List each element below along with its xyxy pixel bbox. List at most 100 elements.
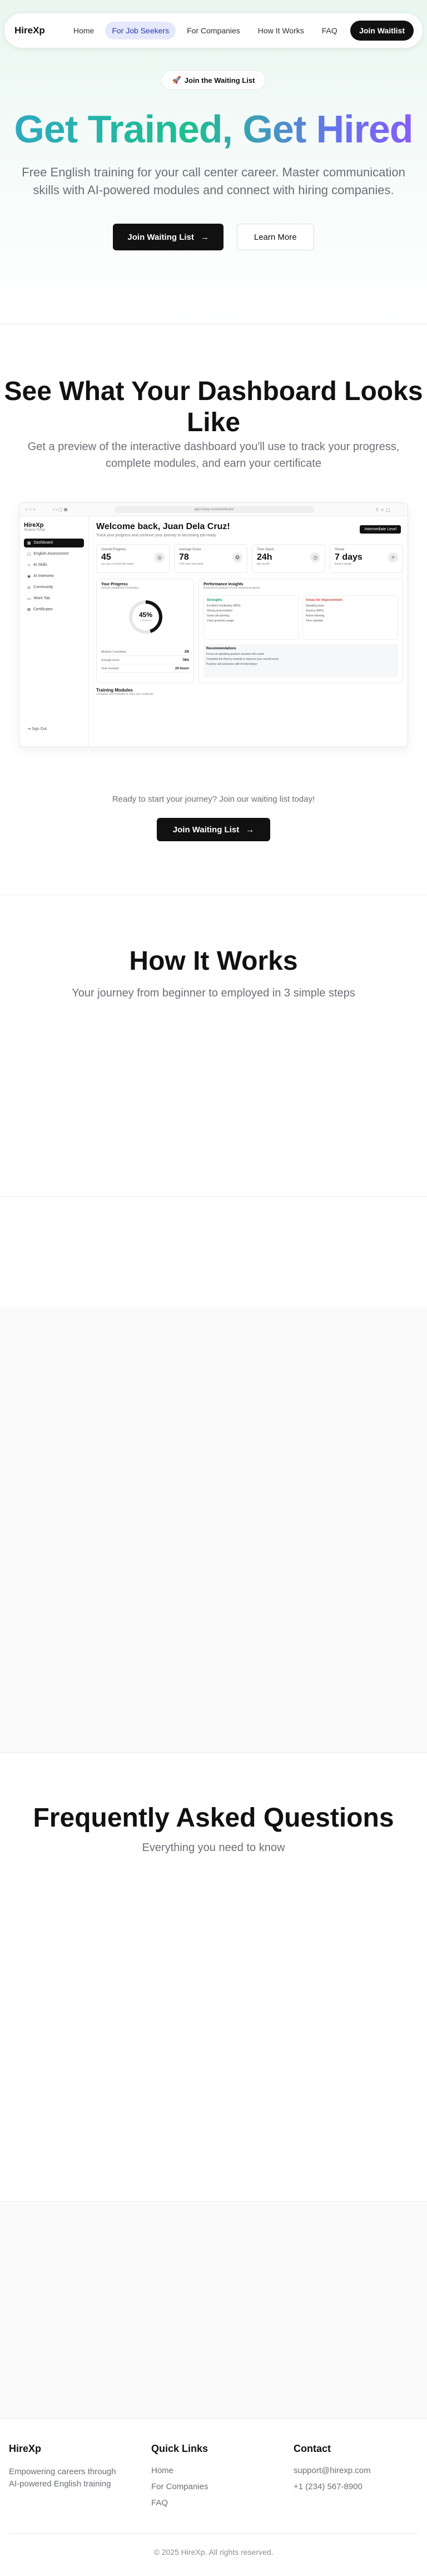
cta-text: Ready to start your journey? Join our wa… [112,794,315,804]
footer-link-home[interactable]: Home [151,2466,208,2475]
row-label: Time Invested [101,667,119,670]
faq-subtitle: Everything you need to know [142,1842,285,1854]
footer-link-companies[interactable]: For Companies [151,2482,208,2491]
arrow-right-icon: → [200,232,209,242]
progress-title: Your Progress [101,583,128,586]
strength-item: Clear grammar usage [207,619,234,623]
progress-percent: 45% [138,611,153,619]
dashboard-panels: Your Progress Overall completion of modu… [96,579,403,683]
browser-nav-icon: ‹ › ▢ ▣ [53,507,68,512]
modules-title: Training Modules [96,688,133,693]
progress-row: Time Invested 24 hours [101,667,189,673]
footer-contact-title: Contact [294,2443,331,2454]
welcome-heading: Welcome back, Juan Dela Cruz! [96,522,230,531]
stat-label: Streak [335,548,345,551]
nav-link-how-it-works[interactable]: How It Works [251,22,311,40]
nav-link-home[interactable]: Home [67,22,101,40]
clock-icon: ◷ [310,552,320,562]
stat-note: Keep it going! [335,562,352,566]
join-waitlist-button[interactable]: Join Waitlist [350,21,414,41]
improvement-title: Areas for Improvement [306,599,342,602]
dashboard-sidebar: HireXp Student Portal ▦ Dashboard ▢ Englis… [19,516,89,747]
sidebar-item-label: English Assessment [33,552,69,556]
stat-label: Overall Progress [101,548,126,551]
content-band [0,1307,427,1753]
top-navbar: HireXp Home For Job Seekers For Companie… [4,13,423,48]
content-band [0,2202,427,2417]
footer-brand: HireXp [9,2443,42,2454]
strength-item: Good call opening [207,614,230,618]
row-value: 78% [182,659,189,662]
row-label: Average Score [101,659,120,662]
nav-link-companies[interactable]: For Companies [180,22,247,40]
sidebar-item-ai-skills: ✧ AI Skills [24,561,84,570]
sidebar-item-label: AI Interview [33,574,54,578]
spark-icon: ✧ [27,564,31,567]
insights-title: Performance Insights [203,583,244,586]
nav-link-job-seekers[interactable]: For Job Seekers [105,22,176,40]
row-value: 24 hours [175,667,189,670]
recommendation-item: Complete the fluency module to improve y… [206,658,279,661]
dashboard-logo-sub: Student Portal [24,529,46,532]
browser-bar: ○ ○ ○ ‹ › ▢ ▣ app.hirexp.com/dashboard ⇪… [19,503,408,516]
hero-title: Get Trained, Get Hired [0,107,427,151]
dashboard-logo: HireXp [24,522,44,529]
sidebar-item-certificates: ✪ Certificates [24,605,84,614]
recommendation-item: Practice call scenarios with AI intervie… [206,663,257,666]
sidebar-item-dashboard: ▦ Dashboard [24,539,84,547]
nav-links: Home For Job Seekers For Companies How I… [67,22,350,40]
logo[interactable]: HireXp [14,25,59,36]
button-label: Join Waiting List [172,825,240,835]
dashboard-section-subtitle: Get a preview of the interactive dashboa… [27,441,400,470]
dashboard-section-title: See What Your Dashboard Looks Like [4,377,423,437]
footer-description: Empowering careers through AI-powered En… [9,2467,116,2489]
sign-out-link: ⇥ Sign Out [27,727,47,731]
stat-note: +5% from last week [179,562,203,566]
book-icon: ▢ [27,552,31,556]
stat-card-progress: Overall Progress 45 you are on track thi… [96,544,170,573]
footer-phone[interactable]: +1 (234) 567-8900 [294,2482,371,2491]
nav-link-faq[interactable]: FAQ [315,22,344,40]
strength-item: Excellent vocabulary (85%) [207,604,241,608]
improvement-box: Areas for Improvement Speaking pace Flue… [302,595,398,640]
strength-item: Strong pronunciation [207,609,233,613]
badge-label: Join the Waiting List [184,76,255,85]
cta-join-button[interactable]: Join Waiting List → [157,818,270,841]
progress-ring-inner: 45% Completed [132,604,159,630]
insights-columns: Strengths Excellent vocabulary (85%) Str… [203,595,398,640]
target-icon: ◎ [155,552,165,562]
progress-row: Modules Completed 3/8 [101,650,189,656]
logout-icon: ⇥ [27,727,32,731]
footer-email[interactable]: support@hirexp.com [294,2466,371,2475]
progress-subtitle: Overall completion of modules [101,586,139,590]
dashboard-preview: ○ ○ ○ ‹ › ▢ ▣ app.hirexp.com/dashboard ⇪… [19,502,408,747]
plus-icon: ＋ [388,552,398,562]
url-bar: app.hirexp.com/dashboard [114,506,314,513]
stats-row: Overall Progress 45 you are on track thi… [96,544,403,573]
button-label: Join Waiting List [127,232,194,242]
stat-card-streak: Streak 7 days Keep it going! ＋ [330,544,403,573]
footer-contact-col: Contact support@hirexp.com +1 (234) 567-… [294,2443,371,2498]
strengths-box: Strengths Excellent vocabulary (85%) Str… [203,595,299,640]
progress-row: Average Score 78% [101,659,189,664]
grid-icon: ▦ [27,541,31,545]
stat-note: you are on track this week [101,562,134,566]
improvement-item: Active listening [306,614,325,618]
browser-actions-icon: ⇪ ＋ ▢ [375,507,390,512]
how-it-works-subtitle: Your journey from beginner to employed i… [72,987,355,999]
sidebar-item-label: AI Skills [33,563,47,567]
mic-icon: ◉ [27,575,31,579]
sidebar-item-english-assessment: ▢ English Assessment [24,550,84,559]
stat-card-score: Average Score 78 +5% from last week ✪ [174,544,247,573]
row-value: 3/8 [184,650,189,654]
learn-more-button[interactable]: Learn More [236,224,314,250]
stat-label: Time Spent [257,548,274,551]
section-divider [0,1196,427,1197]
hero-subtitle: Free English training for your call cent… [22,165,405,197]
footer-link-faq[interactable]: FAQ [151,2498,208,2508]
insights-panel: Performance Insights AI-powered analysis… [198,579,403,683]
waitlist-badge: 🚀 Join the Waiting List [161,70,266,90]
join-waiting-list-button[interactable]: Join Waiting List → [113,224,224,250]
footer-links-title: Quick Links [151,2443,208,2454]
arrow-right-icon: → [246,825,255,835]
